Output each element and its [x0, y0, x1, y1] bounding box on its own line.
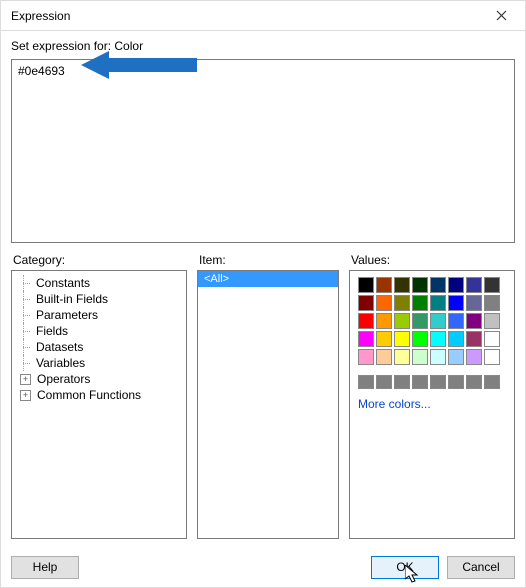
category-item[interactable]: Variables: [14, 355, 184, 371]
item-pane: Item: <All>: [197, 253, 339, 539]
tree-line-icon: [20, 323, 32, 339]
color-swatch[interactable]: [448, 295, 464, 311]
gray-row: [358, 375, 506, 389]
color-swatch[interactable]: [430, 349, 446, 365]
tree-line-icon: [20, 339, 32, 355]
category-item-label: Variables: [34, 356, 87, 370]
color-swatch[interactable]: [430, 375, 446, 389]
category-item[interactable]: Constants: [14, 275, 184, 291]
tree-line-icon: [20, 291, 32, 307]
color-swatch[interactable]: [394, 277, 410, 293]
category-item[interactable]: Built-in Fields: [14, 291, 184, 307]
color-swatch[interactable]: [484, 349, 500, 365]
color-swatch[interactable]: [466, 295, 482, 311]
color-swatch[interactable]: [358, 331, 374, 347]
category-item[interactable]: + Operators: [14, 371, 184, 387]
category-item[interactable]: Fields: [14, 323, 184, 339]
color-swatch[interactable]: [412, 313, 428, 329]
color-swatch[interactable]: [376, 375, 392, 389]
color-swatch[interactable]: [412, 375, 428, 389]
color-swatch[interactable]: [376, 295, 392, 311]
color-swatch[interactable]: [430, 295, 446, 311]
color-swatch[interactable]: [448, 331, 464, 347]
tree-line-icon: [20, 275, 32, 291]
expression-editor[interactable]: [11, 59, 515, 243]
color-swatch[interactable]: [394, 331, 410, 347]
color-swatch[interactable]: [376, 277, 392, 293]
color-swatch[interactable]: [358, 375, 374, 389]
more-colors-link[interactable]: More colors...: [358, 397, 506, 411]
expression-target-label: Set expression for: Color: [1, 31, 525, 59]
color-swatch[interactable]: [412, 331, 428, 347]
color-swatch[interactable]: [448, 349, 464, 365]
category-item-label: Operators: [35, 372, 92, 386]
category-item-label: Constants: [34, 276, 92, 290]
color-swatch[interactable]: [484, 331, 500, 347]
color-swatch[interactable]: [466, 331, 482, 347]
color-swatch[interactable]: [394, 295, 410, 311]
color-swatch[interactable]: [466, 313, 482, 329]
color-swatch[interactable]: [358, 277, 374, 293]
category-item-label: Datasets: [34, 340, 85, 354]
values-body: More colors...: [349, 270, 515, 539]
item-label: Item:: [197, 253, 339, 267]
category-item-label: Parameters: [34, 308, 100, 322]
color-swatch[interactable]: [358, 295, 374, 311]
color-grid: [358, 277, 506, 365]
color-swatch[interactable]: [448, 277, 464, 293]
category-item-label: Fields: [34, 324, 70, 338]
color-swatch[interactable]: [376, 331, 392, 347]
color-swatch[interactable]: [394, 313, 410, 329]
color-swatch[interactable]: [466, 375, 482, 389]
color-swatch[interactable]: [358, 349, 374, 365]
cancel-button[interactable]: Cancel: [447, 556, 515, 579]
color-swatch[interactable]: [466, 349, 482, 365]
color-swatch[interactable]: [484, 375, 500, 389]
expression-textarea[interactable]: [12, 60, 514, 242]
help-button[interactable]: Help: [11, 556, 79, 579]
color-swatch[interactable]: [484, 277, 500, 293]
color-swatch[interactable]: [448, 313, 464, 329]
panes-container: Category: Constants Built-in Fields Parame…: [1, 253, 525, 539]
color-swatch[interactable]: [484, 295, 500, 311]
category-tree[interactable]: Constants Built-in Fields Parameters Fields…: [11, 270, 187, 539]
color-swatch[interactable]: [430, 277, 446, 293]
footer: Help OK Cancel: [1, 547, 525, 587]
color-swatch[interactable]: [430, 313, 446, 329]
color-swatch[interactable]: [376, 313, 392, 329]
window-title: Expression: [11, 9, 70, 23]
color-swatch[interactable]: [358, 313, 374, 329]
color-swatch[interactable]: [376, 349, 392, 365]
category-item[interactable]: Datasets: [14, 339, 184, 355]
titlebar: Expression: [1, 1, 525, 31]
close-button[interactable]: [485, 2, 517, 30]
tree-line-icon: [20, 307, 32, 323]
category-pane: Category: Constants Built-in Fields Parame…: [11, 253, 187, 539]
item-list[interactable]: <All>: [197, 270, 339, 539]
color-swatch[interactable]: [448, 375, 464, 389]
item-row[interactable]: <All>: [198, 271, 338, 287]
expand-icon[interactable]: +: [20, 374, 31, 385]
category-item-label: Built-in Fields: [34, 292, 110, 306]
values-pane: Values: More colors...: [349, 253, 515, 539]
close-icon: [496, 10, 507, 21]
color-swatch[interactable]: [412, 277, 428, 293]
color-swatch[interactable]: [466, 277, 482, 293]
ok-button[interactable]: OK: [371, 556, 439, 579]
color-swatch[interactable]: [394, 349, 410, 365]
category-label: Category:: [11, 253, 187, 267]
color-swatch[interactable]: [430, 331, 446, 347]
category-item[interactable]: + Common Functions: [14, 387, 184, 403]
category-item[interactable]: Parameters: [14, 307, 184, 323]
color-swatch[interactable]: [394, 375, 410, 389]
values-label: Values:: [349, 253, 515, 267]
expand-icon[interactable]: +: [20, 390, 31, 401]
color-swatch[interactable]: [412, 349, 428, 365]
color-swatch[interactable]: [412, 295, 428, 311]
tree-line-icon: [20, 355, 32, 371]
category-item-label: Common Functions: [35, 388, 143, 402]
color-swatch[interactable]: [484, 313, 500, 329]
